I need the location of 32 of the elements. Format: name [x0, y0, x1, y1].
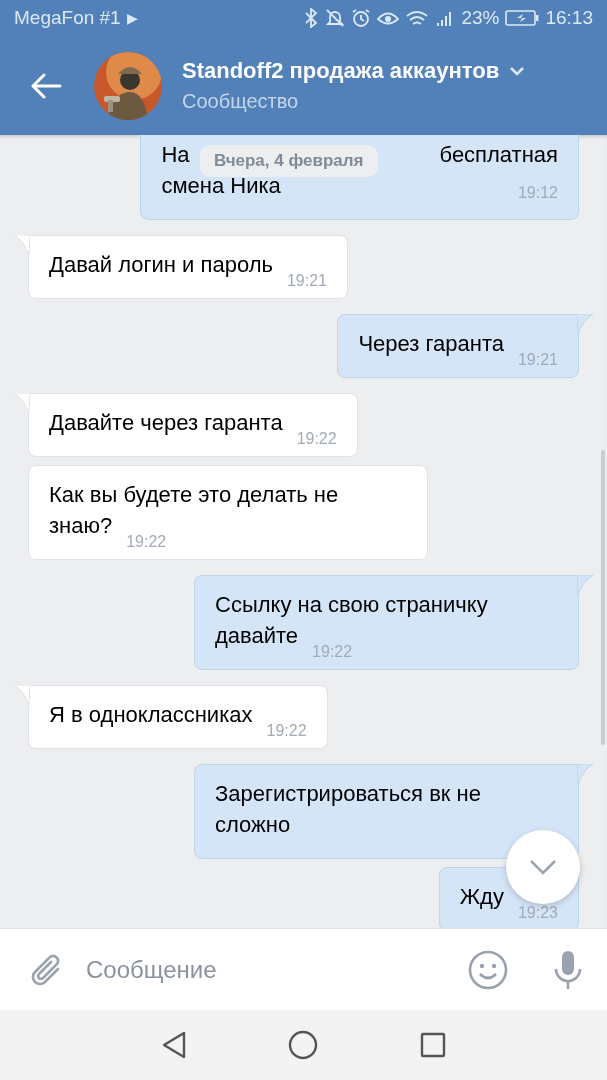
date-label: Вчера, 4 февраля — [200, 145, 378, 177]
recents-button[interactable] — [419, 1031, 448, 1059]
alarm-icon — [351, 8, 372, 28]
bluetooth-icon — [303, 8, 320, 28]
chevron-down-icon — [509, 66, 526, 76]
emoji-button[interactable] — [467, 948, 509, 991]
battery-icon — [505, 9, 540, 27]
wifi-icon — [405, 8, 430, 28]
carrier-name: MegaFon #1 — [14, 7, 121, 29]
message-time: 19:22 — [266, 722, 307, 740]
muted-bell-icon — [325, 8, 346, 28]
message-text: Через гаранта — [358, 331, 504, 356]
chat-subtitle: Сообщество — [182, 90, 300, 113]
message-text: бесплатная — [439, 141, 558, 169]
message-text: Я в одноклассниках — [49, 702, 253, 727]
message-text: Давайте через гаранта — [49, 410, 283, 435]
battery-percent: 23% — [461, 7, 500, 29]
home-button[interactable] — [287, 1029, 320, 1061]
message-time: 19:12 — [517, 184, 558, 202]
play-indicator: ▶ — [126, 10, 138, 26]
message-text: На — [161, 141, 190, 169]
message-time: 19:23 — [517, 904, 558, 922]
message-time: 19:21 — [286, 272, 327, 290]
clock: 16:13 — [545, 7, 593, 29]
chat-title[interactable]: Standoff2 продажа аккаунтов — [182, 58, 526, 84]
chevron-down-icon — [528, 858, 558, 876]
message-text: Жду — [459, 884, 504, 909]
message-time: 19:21 — [517, 351, 558, 369]
message-text: Давай логин и пароль — [49, 252, 273, 277]
message-time: 19:22 — [296, 430, 337, 448]
microphone-button[interactable] — [553, 948, 583, 991]
message-text: Зарегистрироваться вк не сложно — [215, 781, 481, 837]
